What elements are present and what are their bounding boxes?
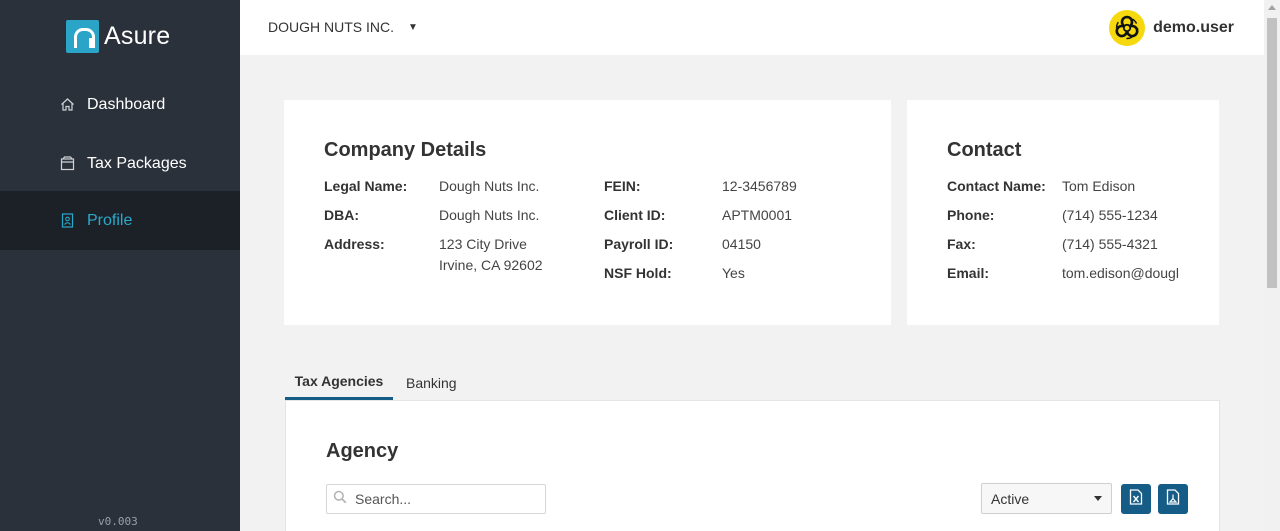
- scroll-up-arrow-icon[interactable]: [1268, 5, 1276, 10]
- company-name: DOUGH NUTS INC.: [268, 19, 394, 35]
- search-icon: [333, 490, 347, 509]
- profile-icon: [60, 213, 75, 228]
- sidebar-item-label: Dashboard: [87, 95, 166, 113]
- contact-card: Contact Contact Name: Tom Edison Phone: …: [907, 100, 1219, 325]
- page-scrollbar[interactable]: [1264, 0, 1280, 531]
- username: demo.user: [1153, 19, 1234, 36]
- dba-label: DBA:: [324, 207, 359, 223]
- client-id-value: APTM0001: [722, 207, 793, 223]
- contact-name-value: Tom Edison: [1062, 178, 1136, 194]
- legal-name-value: Dough Nuts Inc.: [439, 178, 540, 194]
- contact-name-label: Contact Name:: [947, 178, 1046, 194]
- payroll-id-label: Payroll ID:: [604, 236, 674, 252]
- agency-title: Agency: [326, 440, 399, 462]
- email-value: tom.edison@dougl: [1062, 265, 1179, 281]
- export-pdf-button[interactable]: [1158, 484, 1188, 514]
- fein-label: FEIN:: [604, 178, 641, 194]
- status-filter-value: Active: [991, 490, 1030, 507]
- search-input[interactable]: [355, 491, 535, 507]
- asure-logo[interactable]: Asure: [66, 20, 170, 53]
- sidebar-item-label: Tax Packages: [87, 154, 187, 172]
- caret-down-icon: ▼: [408, 21, 418, 33]
- phone-value: (714) 555-1234: [1062, 207, 1158, 223]
- nsf-hold-label: NSF Hold:: [604, 265, 672, 281]
- tab-banking[interactable]: Banking: [406, 375, 457, 391]
- logo-text: Asure: [104, 22, 171, 50]
- contact-title: Contact: [947, 139, 1022, 161]
- legal-name-label: Legal Name:: [324, 178, 408, 194]
- sidebar-item-label: Profile: [87, 211, 133, 229]
- export-excel-button[interactable]: [1121, 484, 1151, 514]
- address-line-1: 123 City Drive: [439, 236, 527, 252]
- excel-export-icon: [1129, 488, 1143, 510]
- address-label: Address:: [324, 236, 385, 252]
- company-details-card: Company Details Legal Name: Dough Nuts I…: [284, 100, 891, 325]
- sidebar-item-dashboard[interactable]: Dashboard: [0, 75, 240, 134]
- client-id-label: Client ID:: [604, 207, 666, 223]
- pdf-export-icon: [1166, 488, 1180, 510]
- app-version: v0.003: [98, 515, 138, 528]
- company-details-title: Company Details: [324, 139, 487, 161]
- tab-tax-agencies[interactable]: Tax Agencies: [285, 367, 393, 400]
- status-filter-select[interactable]: Active: [981, 483, 1112, 514]
- biohazard-icon: [1109, 10, 1146, 46]
- sidebar-item-profile[interactable]: Profile: [0, 191, 240, 250]
- email-label: Email:: [947, 265, 990, 281]
- dropdown-arrow-icon: [1094, 496, 1102, 501]
- nsf-hold-value: Yes: [722, 265, 745, 281]
- agency-panel: Agency Active: [285, 400, 1220, 531]
- fein-value: 12-3456789: [722, 178, 797, 194]
- payroll-id-value: 04150: [722, 236, 761, 252]
- company-selector[interactable]: DOUGH NUTS INC. ▼: [268, 19, 418, 35]
- phone-label: Phone:: [947, 207, 995, 223]
- sidebar-item-tax-packages[interactable]: Tax Packages: [0, 134, 240, 193]
- scroll-thumb[interactable]: [1267, 18, 1277, 288]
- address-line-2: Irvine, CA 92602: [439, 257, 543, 273]
- sidebar: Asure Dashboard Tax Packages Profile v0.…: [0, 0, 240, 531]
- user-menu[interactable]: demo.user: [1109, 10, 1234, 46]
- fax-label: Fax:: [947, 236, 976, 252]
- fax-value: (714) 555-4321: [1062, 236, 1158, 252]
- asure-logo-icon: [66, 20, 99, 53]
- top-bar: DOUGH NUTS INC. ▼ demo.user: [240, 0, 1264, 55]
- agency-search[interactable]: [326, 484, 546, 514]
- dba-value: Dough Nuts Inc.: [439, 207, 540, 223]
- package-icon: [60, 156, 75, 171]
- home-icon: [60, 97, 75, 112]
